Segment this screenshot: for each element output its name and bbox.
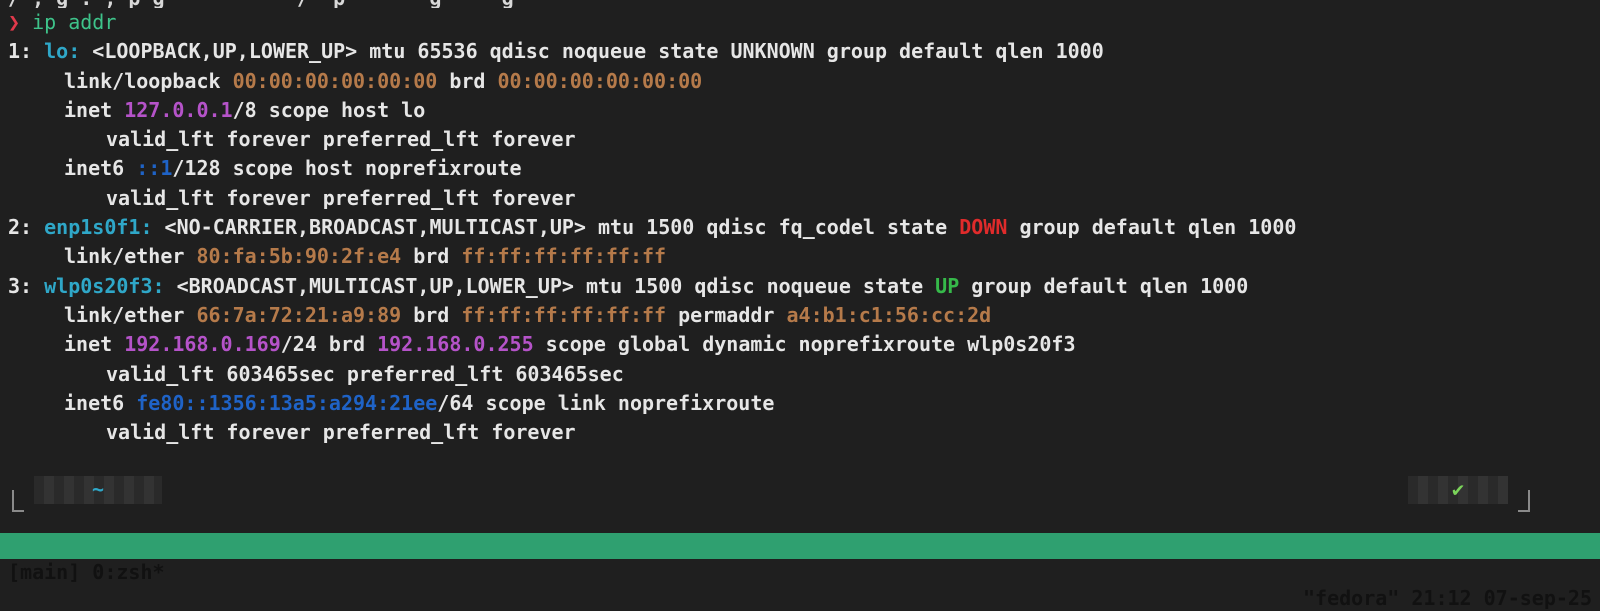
iface-header-wlp0s20f3: 3: wlp0s20f3: <BROADCAST,MULTICAST,UP,LO…: [8, 273, 1249, 298]
inet-line: inet 127.0.0.1/8 scope host lo: [64, 97, 426, 122]
prompt-left-segment: ~: [12, 476, 172, 520]
ipv6-address: ::1: [136, 156, 173, 181]
iface-name: enp1s0f1:: [44, 215, 153, 240]
previous-output-fragment: / , g : , p g / p g g: [8, 0, 1600, 8]
terminal-output[interactable]: / , g : , p g / p g g ❯ ip addr 1: lo: <…: [8, 0, 1600, 447]
iface-name: wlp0s20f3:: [44, 273, 165, 298]
lifetime-line: valid_lft forever preferred_lft forever: [106, 185, 576, 210]
inet6-line: inet6 fe80::1356:13a5:a294:21ee/64 scope…: [64, 390, 775, 415]
broadcast-mac: ff:ff:ff:ff:ff:ff: [461, 302, 667, 327]
iface-name: lo:: [44, 39, 81, 64]
iface-header-enp1s0f1: 2: enp1s0f1: <NO-CARRIER,BROADCAST,MULTI…: [8, 215, 1297, 240]
state-down: DOWN: [959, 215, 1008, 240]
lifetime-line: valid_lft 603465sec preferred_lft 603465…: [106, 361, 624, 386]
inet-line: inet 192.168.0.169/24 brd 192.168.0.255 …: [64, 332, 1076, 357]
mac-address: 00:00:00:00:00:00: [232, 68, 438, 93]
tmux-session-window[interactable]: [main] 0:zsh*: [8, 559, 165, 585]
state-up: UP: [935, 273, 960, 298]
bracket-right: [1518, 490, 1530, 512]
home-dir-indicator: ~: [34, 476, 162, 504]
tmux-status-bar: [main] 0:zsh* "fedora" 21:12 07-sep-25: [0, 533, 1600, 610]
perm-mac: a4:b1:c1:56:cc:2d: [786, 302, 992, 327]
broadcast-mac: ff:ff:ff:ff:ff:ff: [461, 244, 667, 269]
tmux-host-clock: "fedora" 21:12 07-sep-25: [1303, 586, 1592, 610]
link-line: link/ether 80:fa:5b:90:2f:e4 brd ff:ff:f…: [64, 244, 667, 269]
ipv6-address: fe80::1356:13a5:a294:21ee: [136, 390, 438, 415]
iface-header-lo: 1: lo: <LOOPBACK,UP,LOWER_UP> mtu 65536 …: [8, 39, 1104, 64]
mac-address: 66:7a:72:21:a9:89: [196, 302, 402, 327]
ipv4-broadcast: 192.168.0.255: [377, 332, 534, 357]
link-line: link/loopback 00:00:00:00:00:00 brd 00:0…: [64, 68, 703, 93]
ipv4-address: 127.0.0.1: [124, 97, 233, 122]
inet6-line: inet6 ::1/128 scope host noprefixroute: [64, 156, 522, 181]
lifetime-line: valid_lft forever preferred_lft forever: [106, 127, 576, 152]
prompt-arrow-icon: ❯: [8, 10, 21, 34]
broadcast-mac: 00:00:00:00:00:00: [497, 68, 703, 93]
link-line: link/ether 66:7a:72:21:a9:89 brd ff:ff:f…: [64, 302, 992, 327]
bracket-left: [12, 490, 24, 512]
prompt-line: ❯ ip addr: [8, 8, 1600, 37]
mac-address: 80:fa:5b:90:2f:e4: [196, 244, 402, 269]
ipv4-address: 192.168.0.169: [124, 332, 281, 357]
command-text: ip addr: [32, 10, 117, 34]
prompt-right-segment: ✔: [1380, 476, 1530, 520]
check-icon: ✔: [1408, 476, 1508, 504]
lifetime-line: valid_lft forever preferred_lft forever: [106, 420, 576, 445]
